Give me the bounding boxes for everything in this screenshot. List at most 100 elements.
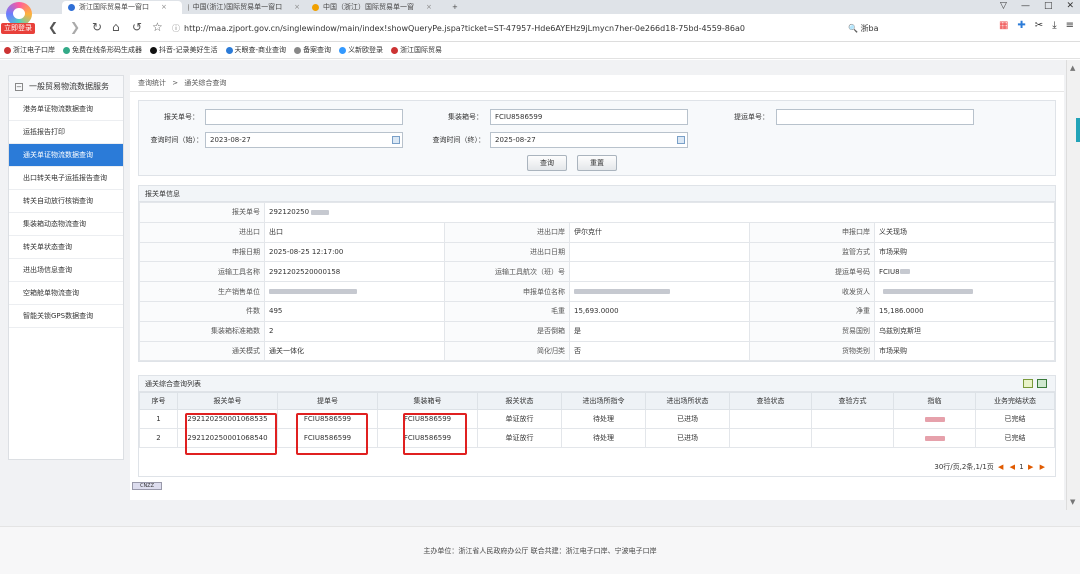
breadcrumb-current: 通关综合查询 [184,79,227,87]
column-header[interactable]: 报关单号 [177,392,278,410]
toolbar-icons: ▦ ✚ ✂ ⤓ ≡ [999,20,1074,31]
start-time-input[interactable]: 2023-08-27 [205,132,403,148]
info-key: 毛重 [444,300,570,322]
forward-icon[interactable]: ❯ [70,20,80,34]
first-page-icon[interactable]: ◀ [998,463,1003,471]
cnzz-badge[interactable]: CNZZ [132,482,162,490]
end-time-input[interactable]: 2025-08-27 [490,132,688,148]
info-value: 出口 [264,221,445,243]
query-button[interactable]: 查询 [527,155,567,171]
reset-button[interactable]: 重置 [577,155,617,171]
pin-icon[interactable]: ▽ [1000,1,1007,11]
bookmark-item[interactable]: 浙江国际贸易 [391,45,442,55]
info-value: 2 [264,320,445,342]
info-key: 报关单号 [139,202,265,223]
search-icon: 🔍 [848,24,858,33]
column-header[interactable]: 提单号 [277,392,378,410]
bookmark-item[interactable]: 备案查询 [294,45,331,55]
bookmark-item[interactable]: 抖音-记录美好生活 [150,45,218,55]
cell: 单证放行 [477,409,562,429]
info-key: 净重 [749,300,875,322]
cell [811,428,894,448]
cell [811,409,894,429]
download-icon[interactable]: ⤓ [1052,20,1056,31]
url-input[interactable]: ⓘ http://maa.zjport.gov.cn/singlewindow/m… [172,21,840,36]
column-header[interactable]: 报关状态 [477,392,562,410]
info-key: 生产销售单位 [139,281,265,302]
close-window-icon[interactable]: ✕ [1066,1,1074,11]
apps-icon[interactable]: ▦ [999,20,1008,31]
column-header[interactable]: 指临 [893,392,976,410]
sidebar-item-gps-lock[interactable]: 智能关锁GPS数据查询 [9,305,123,328]
sidebar-item-export-transfer[interactable]: 出口转关电子运抵报告查询 [9,167,123,190]
pager: 30行/页,2条,1/1页 ◀ ◀ 1 ▶ ▶ [934,462,1047,472]
excel-icon[interactable] [1037,379,1047,388]
browser-tab-3[interactable]: 中国（浙江）国际贸易单一窗 × [306,1,446,14]
sidebar-item-container-dynamics[interactable]: 集装箱动态物流查询 [9,213,123,236]
column-header[interactable]: 进出场所状态 [645,392,730,410]
reload-icon[interactable]: ↻ [92,20,102,34]
sidebar-item-arrival-print[interactable]: 运抵报告打印 [9,121,123,144]
scroll-up-icon[interactable]: ▲ [1070,64,1075,72]
browser-login-badge[interactable]: 立即登录 [1,1,35,37]
bookmark-item[interactable]: 浙江电子口岸 [4,45,55,55]
info-row: 进出口 出口 进出口岸 伊尔克什 申报口岸 义关现场 [139,221,1055,243]
cut-icon[interactable]: ✂ [1035,20,1043,31]
column-header[interactable]: 查验方式 [811,392,894,410]
declaration-info-panel: 报关单信息 报关单号 292120250 进出口 出口 进出口岸 伊尔克什 申报口岸… [138,185,1056,363]
bookmark-item[interactable]: 天眼查-商业查询 [225,45,286,55]
column-header[interactable]: 集装箱号 [377,392,478,410]
browser-tab-2[interactable]: 中国(浙江)国际贸易单一窗口 × [182,1,306,14]
sidebar-item-clearance-docs[interactable]: 通关单证物流数据查询 [9,144,123,167]
menu-icon[interactable]: ≡ [1066,20,1074,31]
bookmark-icon [150,46,157,54]
next-page-icon[interactable]: ▶ [1028,463,1033,471]
declaration-no-input[interactable] [205,109,403,125]
sidebar-item-gate-info[interactable]: 进出场信息查询 [9,259,123,282]
close-icon[interactable]: × [294,1,300,14]
info-key: 简化归类 [444,340,570,362]
minimize-icon[interactable]: — [1021,1,1030,11]
last-page-icon[interactable]: ▶ [1040,463,1045,471]
container-no-input[interactable]: FCIU8586599 [490,109,688,125]
sidebar-header[interactable]: − 一般贸易物流数据服务 [9,76,123,98]
collapse-icon[interactable]: − [15,83,23,91]
breadcrumb-parent[interactable]: 查询统计 [138,79,166,87]
extension-icon[interactable]: ✚ [1017,20,1025,31]
export-icon[interactable] [1023,379,1033,388]
back-icon[interactable]: ❮ [48,20,58,34]
close-icon[interactable]: × [161,1,167,14]
maximize-icon[interactable]: □ [1044,1,1053,11]
cell: 已完结 [975,409,1055,429]
declaration-no-label: 报关单号： [164,113,199,121]
column-header[interactable]: 序号 [139,392,178,410]
search-box[interactable]: 🔍 浙ba [848,21,968,36]
sidebar-item-port-docs[interactable]: 港务单证物流数据查询 [9,98,123,121]
bill-no-input[interactable] [776,109,974,125]
bookmark-item[interactable]: 免费在线条形码生成器 [63,45,142,55]
sidebar-item-auto-release[interactable]: 转关自动放行核销查询 [9,190,123,213]
new-tab-button[interactable]: + [446,1,464,14]
home-icon[interactable]: ⌂ [112,20,120,34]
page-number[interactable]: 1 [1019,463,1023,471]
calendar-icon[interactable] [392,136,400,144]
sidebar-item-empty-manifest[interactable]: 空箱舱单物流查询 [9,282,123,305]
favorite-icon[interactable]: ☆ [152,20,163,34]
column-header[interactable]: 进出场所指令 [561,392,646,410]
column-header[interactable]: 查验状态 [729,392,812,410]
breadcrumb-sep: > [172,79,179,87]
browser-tab-1[interactable]: 浙江国际贸易单一窗口 × [62,1,182,14]
close-icon[interactable]: × [426,1,432,14]
info-value: 否 [569,340,750,362]
redacted-mark [269,289,357,295]
calendar-icon[interactable] [677,136,685,144]
info-key: 收发货人 [749,281,875,302]
info-key: 货物类别 [749,340,875,362]
bookmark-item[interactable]: 义新欧登录 [339,45,383,55]
scroll-down-icon[interactable]: ▼ [1070,498,1075,506]
undo-icon[interactable]: ↺ [132,20,142,34]
column-header[interactable]: 业务完结状态 [975,392,1055,410]
sidebar-item-transfer-status[interactable]: 转关单状态查询 [9,236,123,259]
prev-page-icon[interactable]: ◀ [1010,463,1015,471]
info-key: 通关模式 [139,340,265,362]
